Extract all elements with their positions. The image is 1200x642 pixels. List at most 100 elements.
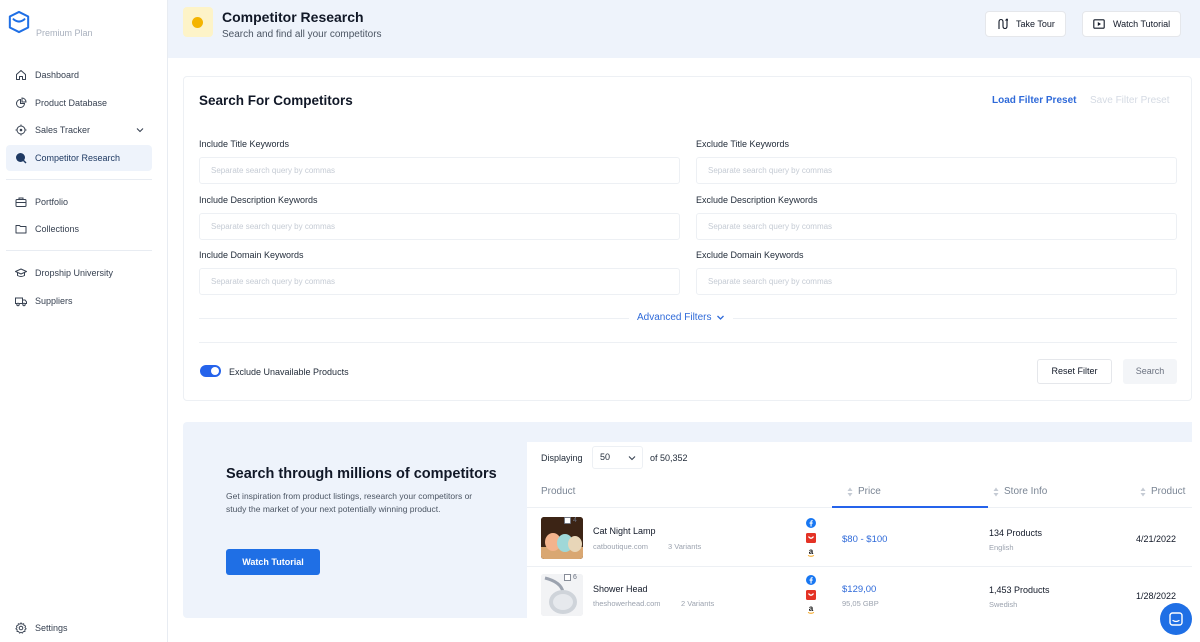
sort-icon (847, 487, 853, 496)
page-header: Competitor Research Search and find all … (168, 0, 1200, 58)
store-products: 134 Products (989, 528, 1043, 538)
image-count: 6 (573, 574, 577, 581)
sidebar-item-suppliers[interactable]: Suppliers (6, 288, 152, 314)
product-domain[interactable]: catboutique.com (593, 542, 648, 551)
sidebar-item-label: Sales Tracker (35, 125, 91, 135)
promo-panel: Search through millions of competitors G… (183, 422, 1192, 618)
sidebar-item-collections[interactable]: Collections (6, 216, 152, 242)
image-count: 4 (573, 517, 577, 524)
watch-tutorial-label: Watch Tutorial (1113, 19, 1171, 29)
exclude-unavailable-toggle[interactable] (200, 365, 221, 377)
sidebar-item-label: Dropship University (35, 268, 114, 278)
product-domain[interactable]: theshowerhead.com (593, 599, 661, 608)
divider (6, 178, 152, 180)
brand: Premium Plan (8, 10, 93, 38)
aliexpress-icon[interactable] (806, 533, 816, 543)
image-icon (564, 517, 571, 524)
chevron-down-icon (628, 456, 636, 461)
page-size-select[interactable]: 50 (592, 446, 643, 469)
exclude-domain-label: Exclude Domain Keywords (696, 250, 804, 260)
sidebar-settings: Settings (6, 615, 152, 642)
search-card-title: Search For Competitors (199, 93, 353, 108)
sidebar-item-dropship-university[interactable]: Dropship University (6, 260, 152, 286)
save-filter-preset-link[interactable]: Save Filter Preset (1090, 95, 1169, 106)
box-logo-icon (8, 10, 30, 34)
reset-filter-button[interactable]: Reset Filter (1037, 359, 1112, 384)
column-header-price[interactable]: Price (847, 486, 881, 497)
include-description-input[interactable] (199, 213, 680, 240)
sidebar-item-label: Suppliers (35, 295, 73, 306)
product-price: $80 - $100 (842, 534, 888, 545)
watch-tutorial-button[interactable]: Watch Tutorial (226, 549, 320, 575)
watch-tutorial-header-button[interactable]: Watch Tutorial (1082, 11, 1182, 37)
product-price-converted: 95,05 GBP (842, 599, 879, 608)
sidebar-item-product-database[interactable]: Product Database (6, 90, 152, 116)
divider (199, 342, 1177, 343)
sidebar-item-dashboard[interactable]: Dashboard (6, 62, 152, 88)
exclude-domain-input[interactable] (696, 268, 1177, 295)
product-name[interactable]: Shower Head (593, 584, 648, 594)
facebook-icon[interactable] (806, 575, 816, 585)
column-header-label: Store Info (1004, 486, 1048, 497)
sidebar-item-competitor-research[interactable]: Competitor Research (6, 144, 152, 171)
divider (6, 250, 152, 251)
sort-icon (993, 487, 999, 496)
product-name[interactable]: Cat Night Lamp (593, 526, 656, 536)
target-icon (15, 124, 27, 136)
column-header-product-date[interactable]: Product (1140, 486, 1185, 497)
total-count: of 50,352 (650, 453, 688, 463)
column-header-product[interactable]: Product (541, 486, 575, 497)
folder-icon (15, 225, 27, 234)
displaying-label: Displaying (541, 453, 583, 463)
sort-icon (1140, 487, 1146, 496)
amazon-icon[interactable]: a (806, 604, 816, 614)
exclude-description-input[interactable] (696, 213, 1177, 240)
product-variants: 3 Variants (668, 542, 702, 551)
chat-launcher-button[interactable] (1160, 603, 1192, 635)
take-tour-label: Take Tour (1016, 19, 1055, 29)
include-domain-input[interactable] (199, 268, 680, 295)
facebook-icon[interactable] (806, 518, 816, 528)
take-tour-button[interactable]: Take Tour (985, 11, 1066, 37)
amazon-icon[interactable]: a (806, 547, 816, 557)
chevron-down-icon (136, 128, 144, 133)
image-count-badge: 4 (564, 517, 577, 524)
page-title: Competitor Research (222, 9, 364, 25)
sidebar-item-label: Settings (35, 623, 68, 633)
results-table: Displaying 50 of 50,352 Product Price St… (527, 442, 1192, 618)
include-title-input[interactable] (199, 157, 680, 184)
sidebar-item-settings[interactable]: Settings (6, 615, 152, 641)
sidebar-item-sales-tracker[interactable]: Sales Tracker (6, 117, 152, 143)
exclude-description-label: Exclude Description Keywords (696, 195, 818, 205)
load-filter-preset-link[interactable]: Load Filter Preset (992, 95, 1076, 106)
promo-title: Search through millions of competitors (226, 466, 497, 482)
chevron-down-icon (717, 315, 725, 320)
column-header-label: Product (1151, 486, 1186, 497)
include-title-label: Include Title Keywords (199, 139, 290, 149)
column-header-store-info[interactable]: Store Info (993, 486, 1047, 497)
aliexpress-icon[interactable] (806, 590, 816, 600)
advanced-filters-toggle[interactable]: Advanced Filters (629, 312, 734, 323)
include-domain-label: Include Domain Keywords (199, 250, 304, 260)
product-variants: 2 Variants (681, 599, 715, 608)
exclude-title-label: Exclude Title Keywords (696, 139, 790, 149)
sidebar-item-label: Dashboard (35, 70, 80, 80)
gear-icon (15, 622, 27, 634)
active-sort-indicator (832, 506, 988, 508)
competitor-research-icon (183, 7, 213, 37)
include-description-label: Include Description Keywords (199, 195, 318, 205)
page-size-value: 50 (600, 452, 611, 462)
sidebar-item-label: Collections (35, 224, 80, 234)
sidebar: Premium Plan Dashboard Product Database … (0, 0, 168, 642)
product-date: 4/21/2022 (1136, 534, 1177, 544)
truck-icon (15, 297, 27, 306)
sidebar-item-portfolio[interactable]: Portfolio (6, 189, 152, 215)
advanced-filters-label: Advanced Filters (637, 312, 712, 323)
exclude-title-input[interactable] (696, 157, 1177, 184)
video-play-icon (1093, 19, 1105, 29)
search-button[interactable]: Search (1123, 359, 1177, 384)
briefcase-icon (15, 197, 27, 207)
column-header-label: Product (541, 486, 576, 497)
search-icon (16, 152, 27, 163)
graduation-cap-icon (15, 268, 27, 277)
